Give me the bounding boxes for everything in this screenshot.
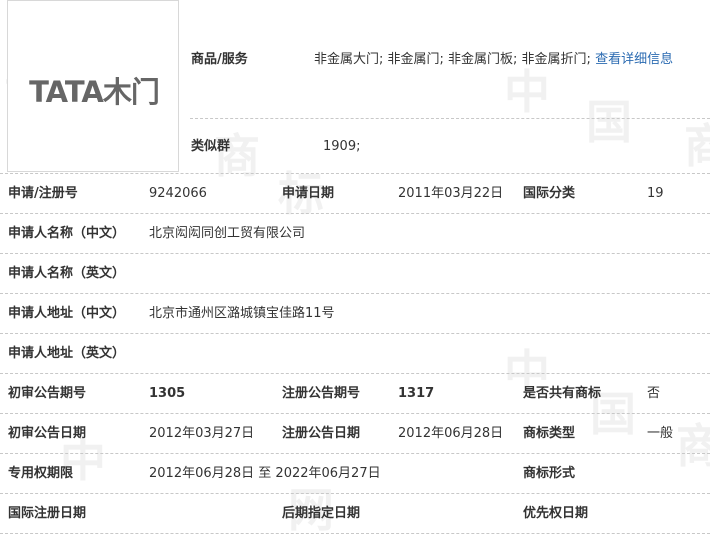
divider (0, 453, 710, 454)
watermark-char: 商 (676, 419, 710, 473)
exclusive-period-label: 专用权期限 (8, 466, 74, 481)
intl-class-value: 19 (647, 186, 664, 201)
exclusive-period-value: 2012年06月28日 至 2022年06月27日 (149, 466, 381, 481)
mark-type-label: 商标类型 (523, 426, 576, 441)
intl-reg-date-label: 国际注册日期 (8, 506, 87, 521)
divider (0, 213, 710, 214)
watermark-char: 国 (586, 95, 632, 149)
divider (0, 293, 710, 294)
watermark-char: 商 (684, 119, 710, 173)
divider (0, 333, 710, 334)
app-date-value: 2011年03月22日 (398, 186, 504, 201)
priority-date-label: 优先权日期 (523, 506, 589, 521)
applicant-en-label: 申请人名称（英文） (8, 266, 126, 281)
mark-type-value: 一般 (647, 426, 674, 441)
trademark-logo-text: TATA木门 (29, 75, 160, 109)
address-en-label: 申请人地址（英文） (8, 346, 126, 361)
later-designation-label: 后期指定日期 (282, 506, 361, 521)
mark-form-label: 商标形式 (523, 466, 576, 481)
intl-class-label: 国际分类 (523, 186, 576, 201)
reg-issue-label: 注册公告期号 (282, 386, 361, 401)
reg-date-value: 2012年06月28日 (398, 426, 504, 441)
prelim-date-value: 2012年03月27日 (149, 426, 255, 441)
app-date-label: 申请日期 (282, 186, 335, 201)
view-details-link[interactable]: 查看详细信息 (595, 52, 673, 67)
applicant-cn-value: 北京闳闳同创工贸有限公司 (149, 226, 306, 241)
shared-mark-label: 是否共有商标 (523, 386, 602, 401)
goods-services-label: 商品/服务 (191, 52, 248, 67)
goods-services-list: 非金属大门; 非金属门; 非金属门板; 非金属折门; (314, 52, 596, 67)
similar-group-label: 类似群 (191, 139, 231, 154)
address-cn-label: 申请人地址（中文） (8, 306, 126, 321)
divider (0, 373, 710, 374)
trademark-image: TATA木门 (7, 0, 179, 172)
reg-issue-value: 1317 (398, 386, 435, 401)
reg-no-value: 9242066 (149, 186, 207, 201)
address-cn-value: 北京市通州区潞城镇宝佳路11号 (149, 306, 335, 321)
reg-date-label: 注册公告日期 (282, 426, 361, 441)
divider (0, 253, 710, 254)
reg-no-label: 申请/注册号 (8, 186, 78, 201)
applicant-cn-label: 申请人名称（中文） (8, 226, 126, 241)
divider (0, 413, 710, 414)
divider (190, 118, 710, 119)
prelim-issue-value: 1305 (149, 386, 186, 401)
divider (0, 493, 710, 494)
goods-services-value: 非金属大门; 非金属门; 非金属门板; 非金属折门; 查看详细信息 (314, 51, 673, 69)
prelim-date-label: 初审公告日期 (8, 426, 87, 441)
divider (0, 173, 710, 174)
shared-mark-value: 否 (647, 386, 661, 401)
prelim-issue-label: 初审公告期号 (8, 386, 87, 401)
similar-group-value: 1909; (323, 139, 361, 154)
